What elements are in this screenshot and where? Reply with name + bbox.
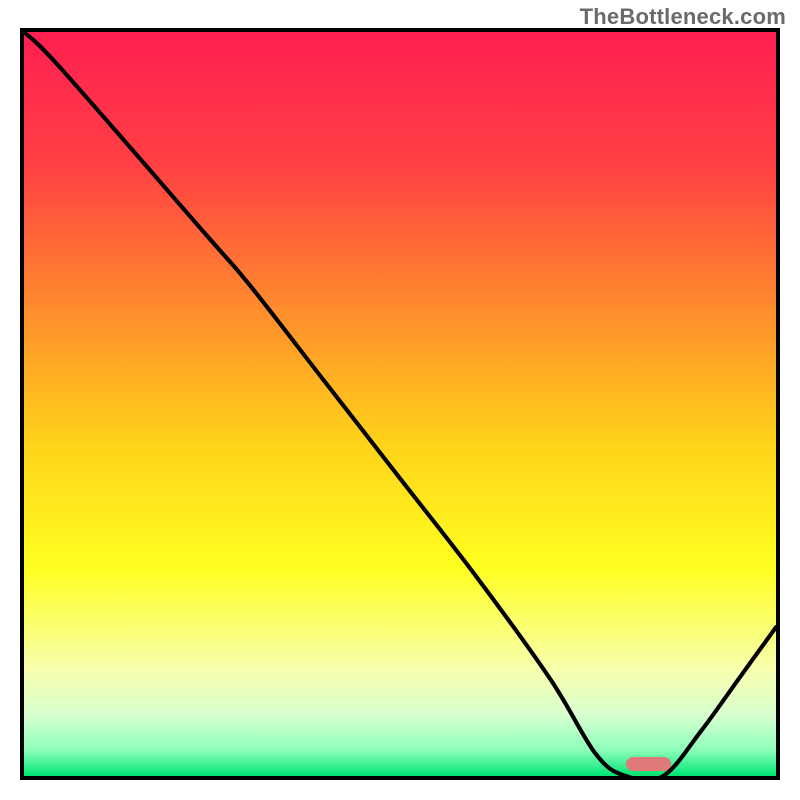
- bottleneck-curve-path: [24, 32, 776, 776]
- chart-container: TheBottleneck.com: [0, 0, 800, 800]
- bottleneck-curve-svg: [24, 32, 776, 776]
- plot-frame: [20, 28, 780, 780]
- watermark-text: TheBottleneck.com: [580, 4, 786, 30]
